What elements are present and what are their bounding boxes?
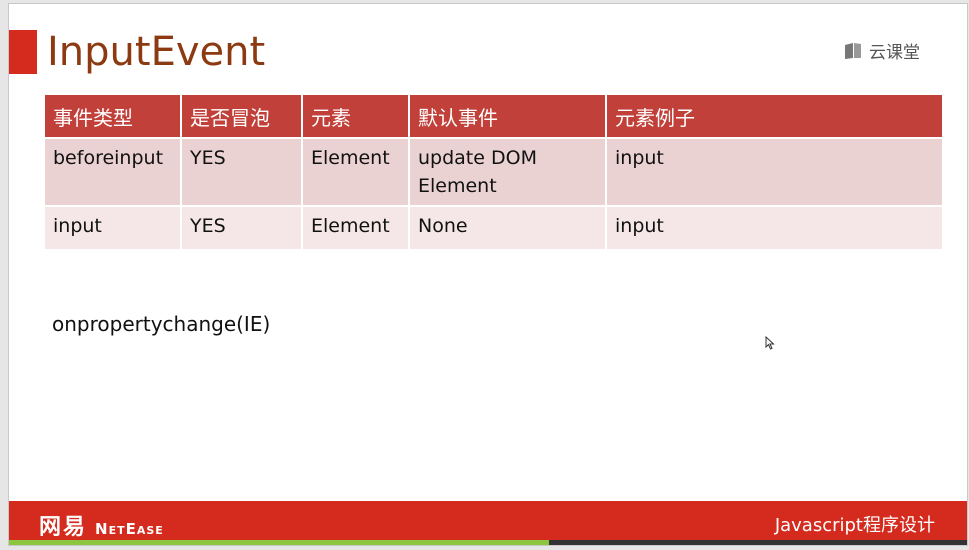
footer-accent-green — [9, 540, 549, 545]
cell-event-type: beforeinput — [45, 139, 180, 205]
cell-bubbles: YES — [182, 139, 301, 205]
course-title: Javascript程序设计 — [774, 515, 935, 536]
slide-title: InputEvent — [47, 29, 266, 75]
footer-bar: 网易 NetEase Javascript程序设计 — [9, 501, 967, 545]
logo-text: 云课堂 — [869, 43, 920, 63]
events-table: 事件类型 是否冒泡 元素 默认事件 元素例子 beforeinput YES E… — [43, 93, 944, 251]
table-row: input YES Element None input — [45, 207, 942, 249]
note-text: onpropertychange(IE) — [52, 312, 271, 336]
header-event-type: 事件类型 — [45, 95, 180, 137]
netease-brand: 网易 NetEase — [39, 509, 164, 541]
mouse-pointer-icon — [765, 336, 775, 350]
header-element: 元素 — [303, 95, 408, 137]
cell-event-type: input — [45, 207, 180, 249]
cell-element: Element — [303, 139, 408, 205]
title-accent-bar — [9, 30, 37, 74]
header-bubbles: 是否冒泡 — [182, 95, 301, 137]
cell-default-action: update DOM Element — [410, 139, 605, 205]
header-default-action: 默认事件 — [410, 95, 605, 137]
table-row: beforeinput YES Element update DOM Eleme… — [45, 139, 942, 205]
cloud-classroom-logo: 云课堂 — [843, 38, 920, 63]
cell-bubbles: YES — [182, 207, 301, 249]
cell-default-action: None — [410, 207, 605, 249]
brand-cn: 网易 — [39, 515, 88, 540]
cell-element-example: input — [607, 139, 942, 205]
brand-en: NetEase — [95, 520, 164, 538]
cell-element: Element — [303, 207, 408, 249]
cell-element-example: input — [607, 207, 942, 249]
slide: InputEvent 云课堂 事件类型 是否冒泡 元素 默认事件 元素例子 be… — [8, 3, 968, 546]
table-header-row: 事件类型 是否冒泡 元素 默认事件 元素例子 — [45, 95, 942, 137]
footer-accent-dark — [549, 540, 967, 545]
book-icon — [845, 42, 861, 59]
header-element-example: 元素例子 — [607, 95, 942, 137]
